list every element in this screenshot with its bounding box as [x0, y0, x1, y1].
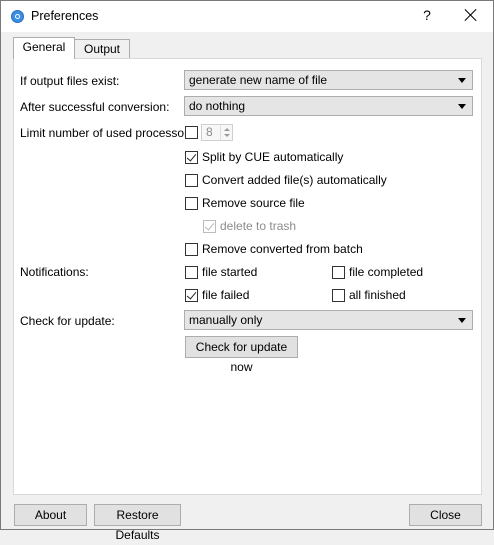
title-bar: Preferences ?: [1, 1, 493, 32]
split-cue-label: Split by CUE automatically: [202, 150, 344, 164]
all-finished-label: all finished: [349, 288, 406, 302]
split-cue-checkbox[interactable]: [185, 151, 198, 164]
spin-down-icon[interactable]: [224, 134, 230, 137]
restore-defaults-button[interactable]: Restore Defaults: [94, 504, 181, 542]
if-output-exists-value: generate new name of file: [189, 73, 328, 87]
app-icon: [11, 10, 24, 23]
limit-processors-checkbox[interactable]: [185, 126, 198, 139]
check-update-select[interactable]: manually only: [184, 310, 473, 330]
delete-to-trash-checkbox[interactable]: [203, 220, 216, 233]
delete-to-trash-label: delete to trash: [220, 219, 297, 233]
remove-source-label: Remove source file: [202, 196, 305, 210]
close-icon[interactable]: [460, 4, 482, 26]
file-started-label: file started: [202, 265, 258, 279]
notifications-label: Notifications:: [20, 265, 89, 279]
if-output-exists-select[interactable]: generate new name of file: [184, 70, 473, 90]
window-title: Preferences: [31, 9, 99, 23]
after-conversion-label: After successful conversion:: [20, 100, 170, 114]
check-update-value: manually only: [189, 313, 263, 327]
close-button[interactable]: Close: [409, 504, 482, 526]
tab-output[interactable]: Output: [74, 39, 130, 59]
chevron-down-icon: [458, 318, 466, 323]
file-started-checkbox[interactable]: [185, 266, 198, 279]
convert-added-label: Convert added file(s) automatically: [202, 173, 387, 187]
after-conversion-select[interactable]: do nothing: [184, 96, 473, 116]
chevron-down-icon: [458, 104, 466, 109]
file-failed-checkbox[interactable]: [185, 289, 198, 302]
check-update-now-button[interactable]: Check for update now: [185, 336, 298, 374]
file-completed-label: file completed: [349, 265, 424, 279]
processors-value: 8: [206, 125, 213, 139]
help-button[interactable]: ?: [419, 7, 435, 23]
remove-converted-label: Remove converted from batch: [202, 242, 363, 256]
file-completed-checkbox[interactable]: [332, 266, 345, 279]
preferences-window: Preferences ? General Output If output f…: [0, 0, 494, 542]
file-failed-label: file failed: [202, 288, 250, 302]
remove-converted-checkbox[interactable]: [185, 243, 198, 256]
chevron-down-icon: [458, 78, 466, 83]
convert-added-checkbox[interactable]: [185, 174, 198, 187]
limit-processors-label: Limit number of used processors:: [20, 126, 198, 140]
check-update-label: Check for update:: [20, 314, 115, 328]
about-button[interactable]: About: [14, 504, 87, 526]
all-finished-checkbox[interactable]: [332, 289, 345, 302]
processors-spinbox[interactable]: 8: [201, 124, 233, 141]
remove-source-checkbox[interactable]: [185, 197, 198, 210]
if-output-exists-label: If output files exist:: [20, 74, 120, 88]
tab-general[interactable]: General: [13, 37, 75, 59]
after-conversion-value: do nothing: [189, 99, 246, 113]
spin-up-icon[interactable]: [224, 128, 230, 131]
